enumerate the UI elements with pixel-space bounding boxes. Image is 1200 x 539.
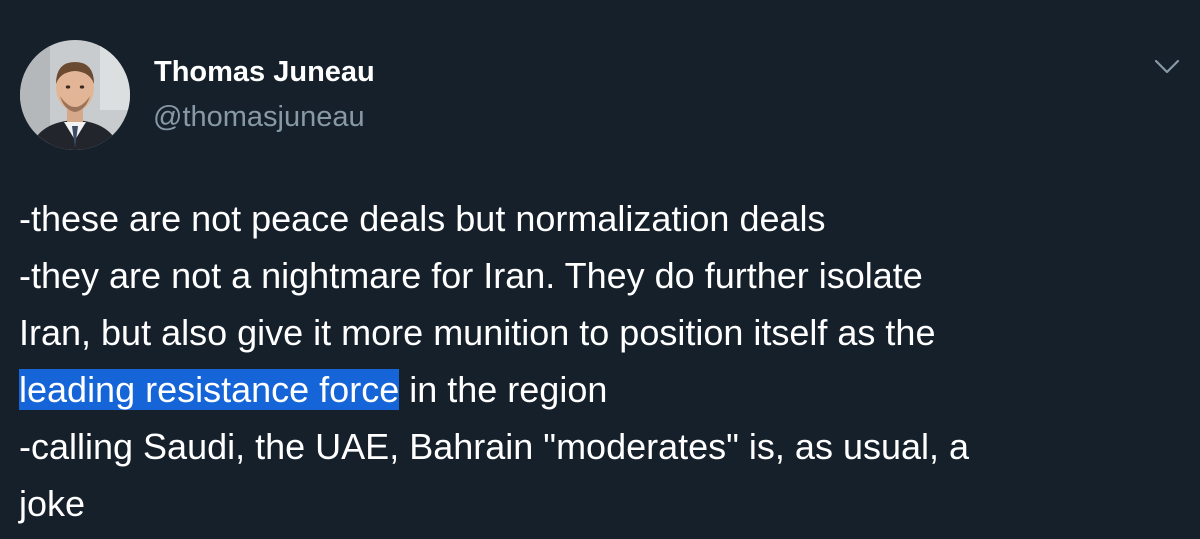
- tweet-line: -calling Saudi, the UAE, Bahrain "modera…: [19, 426, 970, 467]
- tweet-card: Thomas Juneau @thomasjuneau -these are n…: [0, 0, 1200, 539]
- tweet-text: -these are not peace deals but normaliza…: [19, 190, 1179, 532]
- more-options-button[interactable]: [1154, 56, 1180, 76]
- author-display-name[interactable]: Thomas Juneau: [154, 56, 375, 89]
- tweet-line-rest: in the region: [399, 369, 608, 410]
- tweet-line: joke: [19, 483, 86, 524]
- avatar[interactable]: [20, 40, 130, 150]
- chevron-down-icon: [1154, 59, 1180, 74]
- author-handle[interactable]: @thomasjuneau: [153, 101, 365, 134]
- tweet-line: -these are not peace deals but normaliza…: [19, 198, 826, 239]
- tweet-line: leading resistance force in the region: [19, 361, 1179, 418]
- tweet-line: Iran, but also give it more munition to …: [19, 312, 936, 353]
- selected-text: leading resistance force: [19, 369, 400, 410]
- profile-photo-icon: [20, 40, 130, 150]
- tweet-line: -they are not a nightmare for Iran. They…: [19, 255, 923, 296]
